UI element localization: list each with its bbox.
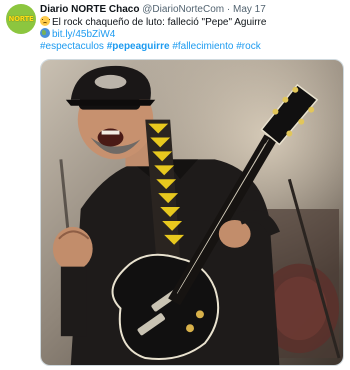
article-link[interactable]: bit.ly/45bZiW4 bbox=[52, 29, 115, 40]
tweet-header: Diario NORTE Chaco @DiarioNorteCom · May… bbox=[40, 3, 266, 16]
globe-emoji-icon bbox=[40, 28, 50, 38]
hashtag-pepeaguirre[interactable]: #pepeaguirre bbox=[107, 41, 170, 52]
hashtag-rock[interactable]: #rock bbox=[236, 41, 260, 52]
tweet-headline: El rock chaqueño de luto: falleció "Pepe… bbox=[52, 17, 267, 28]
tweet-card[interactable]: NORTE Diario NORTE Chaco @DiarioNorteCom… bbox=[0, 0, 350, 370]
hashtag-line: #espectaculos #pepeaguirre #fallecimient… bbox=[40, 40, 261, 53]
guitarist-photo-illustration bbox=[41, 60, 343, 365]
header-separator: · bbox=[226, 4, 231, 15]
hashtag-espectaculos[interactable]: #espectaculos bbox=[40, 41, 104, 52]
hashtag-fallecimiento[interactable]: #fallecimiento bbox=[172, 41, 233, 52]
sad-face-emoji-icon bbox=[40, 16, 50, 26]
tweet-date[interactable]: May 17 bbox=[233, 4, 266, 15]
user-handle[interactable]: @DiarioNorteCom bbox=[142, 4, 224, 15]
avatar[interactable]: NORTE bbox=[6, 4, 36, 34]
avatar-logo-text: NORTE bbox=[8, 15, 34, 23]
display-name[interactable]: Diario NORTE Chaco bbox=[40, 4, 139, 15]
tweet-photo[interactable] bbox=[40, 59, 344, 366]
